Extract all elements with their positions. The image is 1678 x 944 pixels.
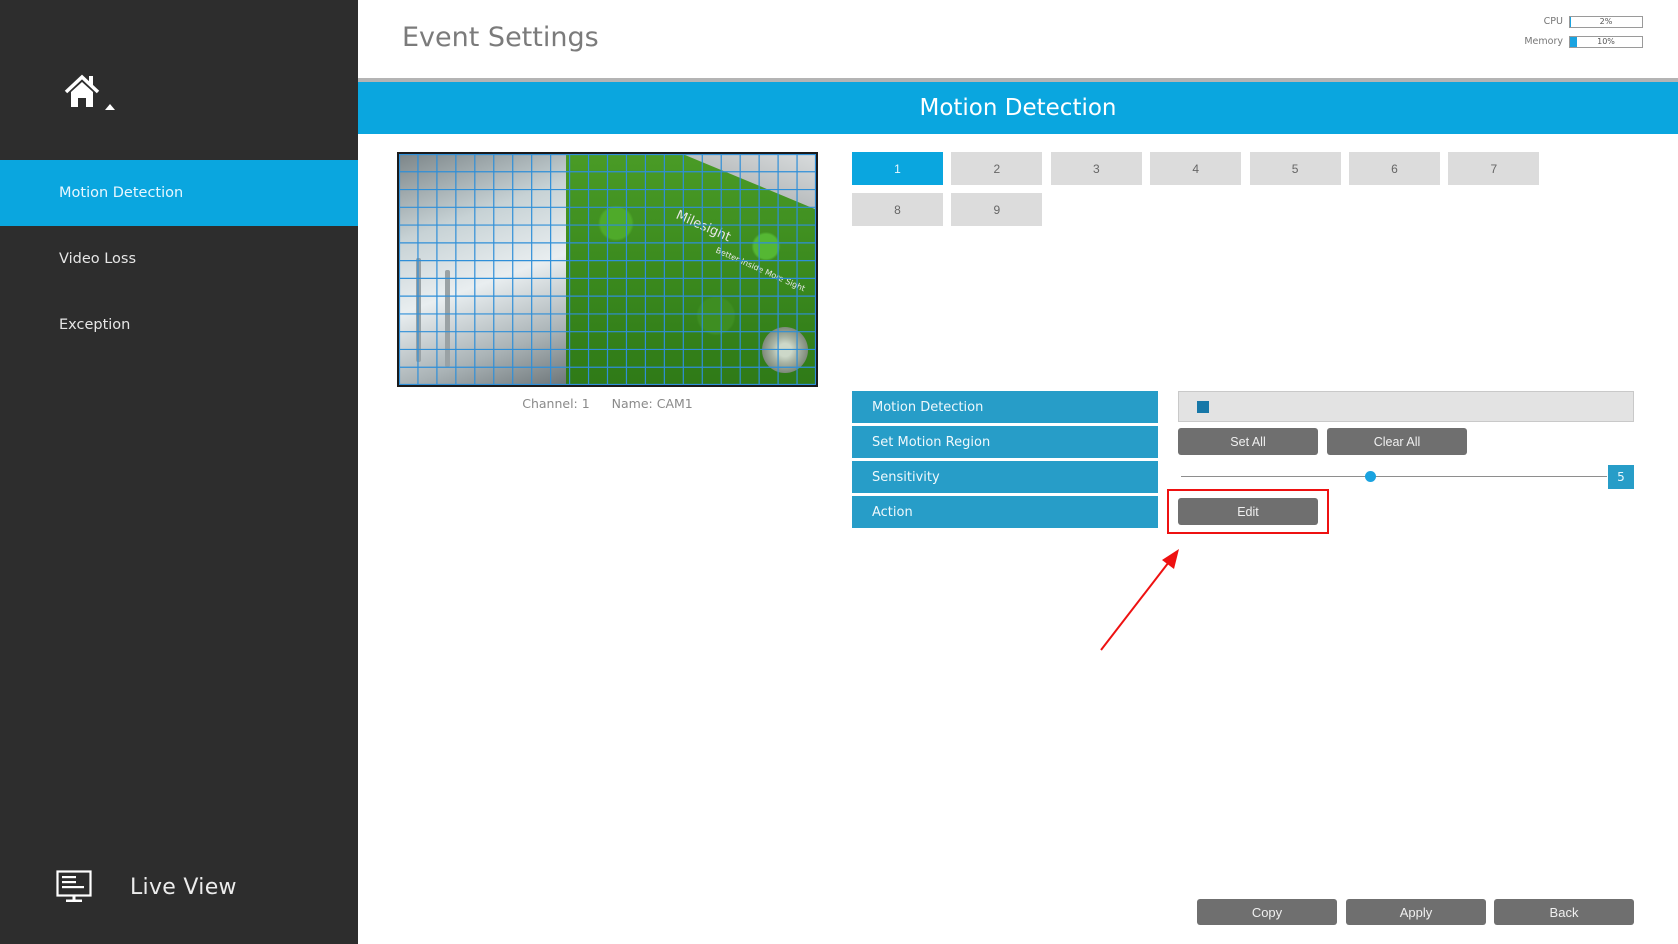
clear-all-button[interactable]: Clear All bbox=[1327, 428, 1467, 455]
channel-button-2[interactable]: 2 bbox=[951, 152, 1043, 185]
setting-row-action: Action Edit bbox=[852, 496, 1634, 528]
channel-button-7[interactable]: 7 bbox=[1448, 152, 1540, 185]
event-settings-screen: Motion Detection Video Loss Exception Li… bbox=[0, 0, 1678, 944]
page-title: Event Settings bbox=[402, 22, 599, 53]
back-button[interactable]: Back bbox=[1494, 899, 1634, 925]
cpu-usage-value: 2% bbox=[1599, 16, 1613, 26]
memory-usage: Memory 10% bbox=[1503, 35, 1643, 48]
motion-detection-field bbox=[1178, 391, 1634, 422]
setting-label: Set Motion Region bbox=[852, 426, 1158, 458]
sidebar-menu: Motion Detection Video Loss Exception bbox=[0, 160, 358, 358]
edit-action-button[interactable]: Edit bbox=[1178, 498, 1318, 525]
resource-usage: CPU 2% Memory 10% bbox=[1503, 15, 1643, 55]
motion-detection-checkbox[interactable] bbox=[1197, 401, 1209, 413]
motion-settings: Motion Detection Set Motion Region Set A… bbox=[852, 391, 1634, 531]
set-all-button[interactable]: Set All bbox=[1178, 428, 1318, 455]
channel-selector: 1234567 89 bbox=[852, 152, 1634, 226]
setting-label: Action bbox=[852, 496, 1158, 528]
sidebar-item-label: Exception bbox=[59, 317, 131, 333]
setting-label: Sensitivity bbox=[852, 461, 1158, 493]
setting-row-motion-region: Set Motion Region Set All Clear All bbox=[852, 426, 1634, 458]
sensitivity-value: 5 bbox=[1608, 465, 1634, 489]
setting-control: Edit bbox=[1178, 496, 1634, 528]
channel-button-3[interactable]: 3 bbox=[1050, 152, 1142, 185]
section-title: Motion Detection bbox=[919, 95, 1117, 121]
cpu-usage: CPU 2% bbox=[1503, 15, 1643, 28]
live-view-label: Live View bbox=[130, 874, 237, 900]
apply-button[interactable]: Apply bbox=[1346, 899, 1486, 925]
sidebar-item-video-loss[interactable]: Video Loss bbox=[0, 226, 358, 292]
channel-button-6[interactable]: 6 bbox=[1348, 152, 1440, 185]
channel-button-4[interactable]: 4 bbox=[1150, 152, 1242, 185]
setting-row-motion-detection: Motion Detection bbox=[852, 391, 1634, 423]
home-icon bbox=[64, 74, 115, 110]
setting-control: Set All Clear All bbox=[1178, 426, 1634, 458]
setting-label: Motion Detection bbox=[852, 391, 1158, 423]
sidebar-item-label: Motion Detection bbox=[59, 185, 184, 201]
memory-usage-value: 10% bbox=[1597, 36, 1615, 46]
setting-control bbox=[1178, 391, 1634, 423]
section-banner: Motion Detection bbox=[358, 82, 1678, 134]
sidebar-item-exception[interactable]: Exception bbox=[0, 292, 358, 358]
preview-caption: Channel: 1 Name: CAM1 bbox=[397, 396, 818, 411]
copy-button[interactable]: Copy bbox=[1197, 899, 1337, 925]
annotation-arrow-icon bbox=[1100, 549, 1179, 651]
channel-button-8[interactable]: 8 bbox=[852, 193, 943, 226]
slider-track bbox=[1181, 476, 1607, 477]
sidebar-item-label: Video Loss bbox=[59, 251, 137, 267]
home-button[interactable] bbox=[64, 74, 124, 114]
camera-name-label: Name: CAM1 bbox=[611, 396, 693, 411]
sensitivity-slider[interactable] bbox=[1181, 461, 1607, 493]
channel-button-1[interactable]: 1 bbox=[852, 152, 943, 185]
camera-preview-motion-grid[interactable]: Milesight Better Inside More Sight bbox=[397, 152, 818, 387]
sidebar-item-motion-detection[interactable]: Motion Detection bbox=[0, 160, 358, 226]
setting-row-sensitivity: Sensitivity 5 bbox=[852, 461, 1634, 493]
cpu-label: CPU bbox=[1543, 16, 1563, 27]
motion-region-grid[interactable] bbox=[399, 154, 816, 385]
channel-label: Channel: 1 bbox=[522, 396, 590, 411]
channel-button-9[interactable]: 9 bbox=[951, 193, 1043, 226]
channel-button-5[interactable]: 5 bbox=[1249, 152, 1341, 185]
live-view-button[interactable]: Live View bbox=[56, 870, 237, 904]
monitor-icon bbox=[56, 870, 92, 902]
sidebar: Motion Detection Video Loss Exception Li… bbox=[0, 0, 358, 944]
memory-usage-bar: 10% bbox=[1569, 35, 1643, 48]
setting-control: 5 bbox=[1178, 461, 1634, 493]
slider-handle[interactable] bbox=[1365, 471, 1377, 482]
cpu-usage-bar: 2% bbox=[1569, 15, 1643, 28]
memory-label: Memory bbox=[1524, 36, 1563, 47]
